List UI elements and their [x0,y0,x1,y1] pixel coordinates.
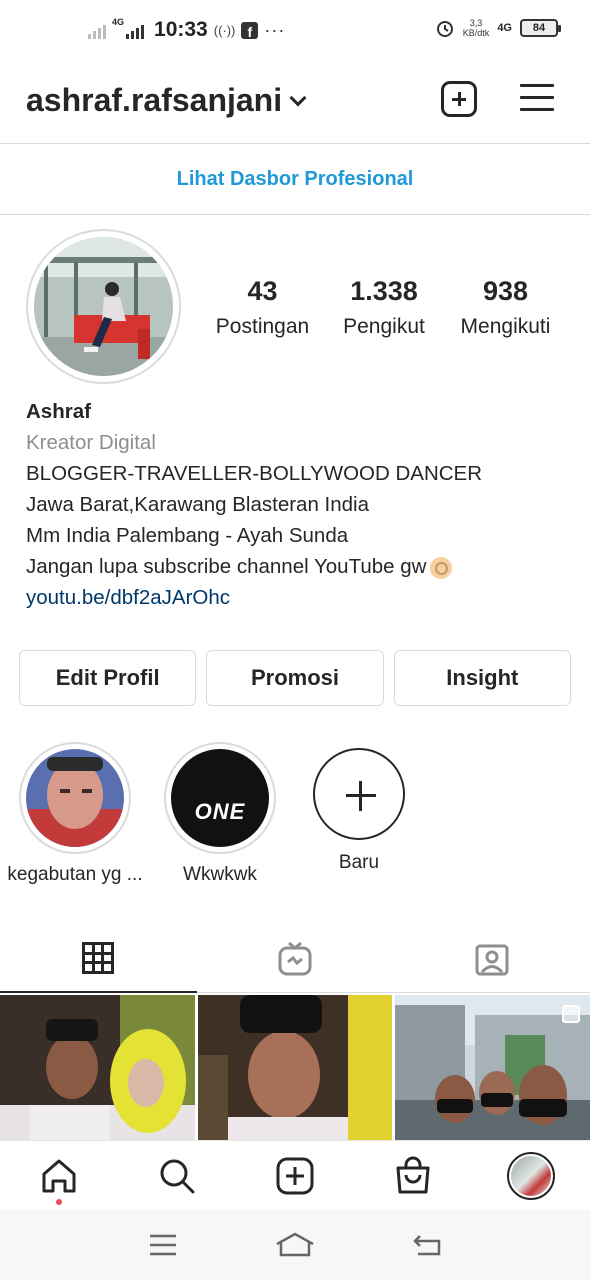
highlight-cover-ring [19,742,131,854]
shop-icon [396,1156,430,1193]
username: ashraf.rafsanjani [26,82,283,118]
profile-tabs [0,925,590,993]
facebook-icon: f [241,21,259,39]
tab-igtv[interactable] [196,925,394,993]
bio-line-4-row: Jangan lupa subscribe channel YouTube gw [26,551,576,582]
status-right: 3,3 KB/dtk 4G 84 [435,18,561,38]
highlight-label: kegabutan yg ... [7,864,143,885]
plus-icon[interactable] [313,748,405,840]
multiple-posts-icon [562,1005,581,1023]
tagged-icon [475,944,509,975]
post-grid [0,995,590,1140]
profile-header: ashraf.rafsanjani [0,62,590,144]
posts-label: Postingan [215,315,310,338]
followers-label: Pengikut [343,315,425,338]
followers-count: 1.338 [350,276,418,306]
post-thumbnail[interactable] [197,995,393,1140]
back-icon[interactable] [412,1233,442,1257]
following-label: Mengikuti [460,315,551,338]
highlight-cover-image [26,749,124,847]
professional-dashboard-link[interactable]: Lihat Dasbor Profesional [0,145,590,215]
status-bar: 4G 10:33 ((·)) f ··· 3,3 KB/dtk 4G 84 [0,0,590,62]
highlight-cover-image: ONE [171,749,269,847]
profile-category: Kreator Digital [26,431,156,454]
post-thumbnail[interactable] [395,995,590,1140]
search-icon [160,1159,195,1193]
bio-line-3: Mm India Palembang - Ayah Sunda [26,524,349,547]
profile-stats: 43 Postingan 1.338 Pengikut 938 Mengikut… [200,276,570,339]
bio-link[interactable]: youtu.be/dbf2aJArOhc [26,582,576,613]
highlight-item[interactable]: kegabutan yg ... [5,742,145,886]
igtv-icon [278,941,312,975]
more-notifications-icon: ··· [264,19,286,40]
clock: 10:33 [154,18,208,41]
highlight-label: Wkwkwk [183,864,257,885]
speed-value: 3,3 [469,18,483,28]
highlight-cover-text: ONE [194,799,246,824]
signal-icon-1 [88,21,106,39]
dashboard-label: Lihat Dasbor Profesional [176,168,414,190]
highlight-cover-ring: ONE [164,742,276,854]
tab-tagged[interactable] [393,925,590,993]
chevron-down-icon [289,89,307,106]
nav-search[interactable] [118,1141,236,1210]
display-name: Ashraf [26,400,91,423]
recent-apps-icon[interactable] [148,1233,178,1257]
insights-button[interactable]: Insight [393,650,571,706]
profile-avatar-ring[interactable] [26,229,181,384]
bottom-navigation [0,1140,590,1210]
home-icon [42,1159,76,1192]
battery-level: 84 [532,22,546,34]
highlight-item[interactable]: ONE Wkwkwk [150,742,290,886]
grid-icon [82,942,115,974]
profile-actions: Edit Profil Promosi Insight [19,650,571,706]
bio-line-4: Jangan lupa subscribe channel YouTube gw [26,555,427,578]
bio-line-1: BLOGGER-TRAVELLER-BOLLYWOOD DANCER [26,462,483,485]
system-navigation-bar [0,1210,590,1280]
network-speed: 3,3 KB/dtk [463,18,490,38]
username-switcher[interactable]: ashraf.rafsanjani [26,82,307,119]
bio-line-2: Jawa Barat,Karawang Blasteran India [26,493,370,516]
tab-grid[interactable] [0,925,197,993]
followers-stat[interactable]: 1.338 Pengikut [325,276,443,339]
new-highlight-label: Baru [338,852,380,873]
notification-dot [56,1199,62,1205]
wifi-hotspot-icon: ((·)) [213,22,236,38]
add-icon [276,1157,314,1194]
alarm-icon [436,21,453,37]
nav-add[interactable] [236,1141,354,1210]
post-thumbnail[interactable] [0,995,195,1140]
speed-unit: KB/dtk [462,28,490,38]
network-badge: 4G [112,17,125,27]
following-stat[interactable]: 938 Mengikuti [443,276,568,339]
new-highlight[interactable]: Baru [289,742,429,874]
posts-stat[interactable]: 43 Postingan [200,276,325,339]
nav-shop[interactable] [354,1141,472,1210]
promote-button[interactable]: Promosi [206,650,384,706]
home-button-icon[interactable] [275,1232,315,1258]
ok-hand-emoji-icon [430,556,453,579]
status-left: 4G 10:33 ((·)) f ··· [88,17,286,42]
hamburger-icon[interactable] [520,84,554,114]
nav-profile[interactable] [472,1141,590,1210]
following-count: 938 [482,276,529,306]
nav-home[interactable] [0,1141,118,1210]
profile-avatar-small [507,1151,555,1200]
profile-avatar[interactable] [34,237,173,376]
edit-profile-button[interactable]: Edit Profil [19,650,197,706]
profile-bio: Ashraf Kreator Digital BLOGGER-TRAVELLER… [26,396,576,613]
network-type: 4G [497,22,512,34]
posts-count: 43 [247,276,278,306]
signal-icon-2 [126,21,145,39]
battery-icon: 84 [520,19,561,37]
add-square-icon[interactable] [441,81,477,117]
